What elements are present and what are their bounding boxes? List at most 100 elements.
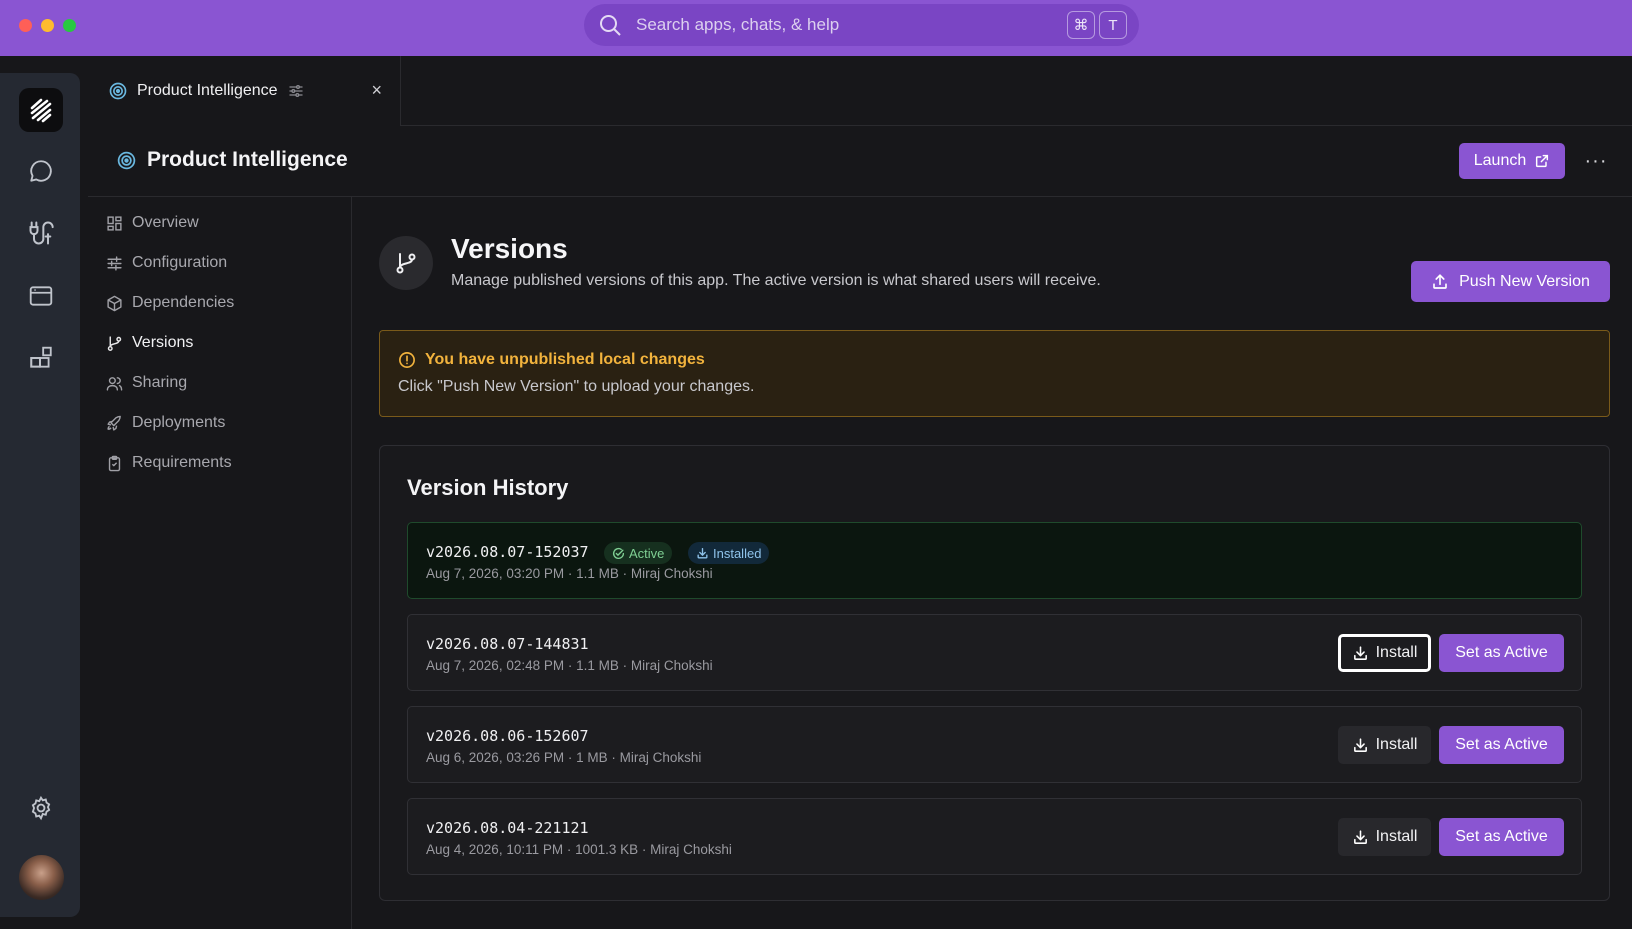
- version-row: v2026.08.06-152607 Aug 6, 2026, 03:26 PM…: [407, 706, 1582, 783]
- nav-item-overview[interactable]: Overview: [106, 209, 199, 237]
- app-sidebar-nav: Overview Configuration Dependencies Vers…: [88, 197, 352, 929]
- maximize-window-button[interactable]: [63, 19, 76, 32]
- version-meta: Aug 4, 2026, 10:11 PM · 1001.3 KB · Mira…: [426, 842, 732, 857]
- download-icon: [1353, 737, 1367, 752]
- push-label: Push New Version: [1459, 272, 1590, 290]
- tab-strip: Product Intelligence ×: [88, 56, 1632, 126]
- download-icon: [1353, 829, 1367, 844]
- nav-label: Requirements: [132, 454, 232, 471]
- push-new-version-button[interactable]: Push New Version: [1411, 261, 1610, 302]
- versions-header-icon: [379, 236, 433, 290]
- nav-item-requirements[interactable]: Requirements: [106, 449, 232, 477]
- chat-bubble-icon: [30, 160, 52, 182]
- sliders-icon: [107, 255, 122, 271]
- nav-label: Overview: [132, 214, 199, 231]
- alert-circle-icon: [399, 352, 415, 368]
- version-meta: Aug 7, 2026, 03:20 PM · 1.1 MB · Miraj C…: [426, 566, 713, 581]
- shortcut-key-cmd: ⌘: [1067, 11, 1095, 39]
- rail-apps-button[interactable]: [19, 336, 63, 380]
- grid-icon: [107, 215, 122, 231]
- launch-label: Launch: [1473, 152, 1527, 169]
- rail-integrations-button[interactable]: [19, 211, 63, 255]
- nav-label: Dependencies: [132, 294, 235, 311]
- version-meta: Aug 6, 2026, 03:26 PM · 1 MB · Miraj Cho…: [426, 750, 702, 765]
- search-icon: [600, 15, 621, 36]
- install-label: Install: [1375, 736, 1418, 753]
- title-bar: ⌘ T: [0, 0, 1632, 56]
- rail-windows-button[interactable]: [19, 274, 63, 318]
- nav-item-sharing[interactable]: Sharing: [106, 369, 187, 397]
- install-button[interactable]: Install: [1338, 726, 1431, 764]
- nav-item-deployments[interactable]: Deployments: [106, 409, 225, 437]
- version-id: v2026.08.07-152037: [426, 543, 589, 561]
- target-icon: [117, 151, 136, 169]
- app-rail: [0, 73, 80, 917]
- nav-label: Deployments: [132, 414, 226, 431]
- nav-item-configuration[interactable]: Configuration: [106, 249, 227, 277]
- apps-grid-icon: [30, 346, 52, 368]
- active-badge: Active: [604, 542, 673, 564]
- clipboard-icon: [108, 455, 121, 471]
- nav-item-dependencies[interactable]: Dependencies: [106, 289, 234, 317]
- package-icon: [107, 295, 122, 311]
- alert-title: You have unpublished local changes: [398, 351, 705, 369]
- set-as-active-button[interactable]: Set as Active: [1439, 634, 1564, 672]
- install-label: Install: [1375, 644, 1418, 661]
- page-title: Product Intelligence: [147, 148, 348, 171]
- more-options-button[interactable]: ···: [1578, 143, 1614, 179]
- tab-close-icon[interactable]: ×: [371, 80, 382, 101]
- global-search[interactable]: ⌘ T: [584, 4, 1139, 46]
- plug-icon: [29, 221, 54, 245]
- tab-label: Product Intelligence: [137, 82, 278, 99]
- download-icon: [1353, 645, 1367, 660]
- browser-window-icon: [29, 286, 53, 306]
- section-subtitle: Manage published versions of this app. T…: [451, 272, 1101, 289]
- app-logo-button[interactable]: [19, 88, 63, 132]
- versions-panel: Versions Manage published versions of th…: [352, 197, 1632, 929]
- check-circle-icon: [612, 547, 625, 559]
- close-window-button[interactable]: [19, 19, 32, 32]
- external-link-icon: [1536, 154, 1549, 168]
- version-row-active: v2026.08.07-152037 Aug 7, 2026, 03:20 PM…: [407, 522, 1582, 599]
- users-icon: [106, 376, 123, 391]
- nav-label: Versions: [132, 334, 194, 351]
- app-title: Product Intelligence: [116, 148, 348, 172]
- upload-icon: [1433, 273, 1447, 289]
- target-icon: [109, 82, 127, 100]
- alert-title-text: You have unpublished local changes: [425, 351, 705, 368]
- nav-label: Sharing: [132, 374, 188, 391]
- tab-settings-icon[interactable]: [288, 83, 304, 99]
- minimize-window-button[interactable]: [41, 19, 54, 32]
- active-badge-label: Active: [629, 545, 665, 561]
- nav-item-versions[interactable]: Versions: [106, 329, 193, 357]
- logo-icon: [30, 98, 52, 123]
- set-as-active-button[interactable]: Set as Active: [1439, 726, 1564, 764]
- version-row: v2026.08.07-144831 Aug 7, 2026, 02:48 PM…: [407, 614, 1582, 691]
- install-button[interactable]: Install: [1338, 818, 1431, 856]
- alert-body: Click "Push New Version" to upload your …: [398, 378, 755, 395]
- version-id: v2026.08.07-144831: [426, 635, 589, 653]
- install-button[interactable]: Install: [1338, 634, 1431, 672]
- installed-badge: Installed: [688, 542, 770, 564]
- version-meta: Aug 7, 2026, 02:48 PM · 1.1 MB · Miraj C…: [426, 658, 713, 673]
- tab-product-intelligence[interactable]: Product Intelligence ×: [88, 56, 401, 126]
- version-history-card: Version History v2026.08.07-152037 Aug 7…: [379, 445, 1610, 901]
- search-input[interactable]: [636, 15, 1063, 35]
- rail-chats-button[interactable]: [19, 149, 63, 193]
- unpublished-changes-alert: You have unpublished local changes Click…: [379, 330, 1610, 417]
- git-branch-icon: [396, 253, 416, 274]
- launch-button[interactable]: Launch: [1459, 143, 1565, 179]
- download-icon: [697, 547, 708, 559]
- version-history-title: Version History: [407, 475, 569, 500]
- version-id: v2026.08.04-221121: [426, 819, 589, 837]
- set-as-active-button[interactable]: Set as Active: [1439, 818, 1564, 856]
- user-avatar[interactable]: [19, 855, 64, 900]
- nav-label: Configuration: [132, 254, 228, 271]
- version-row: v2026.08.04-221121 Aug 4, 2026, 10:11 PM…: [407, 798, 1582, 875]
- app-header: Product Intelligence Launch ···: [88, 126, 1632, 197]
- version-id: v2026.08.06-152607: [426, 727, 589, 745]
- gear-icon: [31, 795, 51, 821]
- rocket-icon: [107, 415, 121, 431]
- rail-settings-button[interactable]: [19, 786, 63, 830]
- shortcut-key-t: T: [1099, 11, 1127, 39]
